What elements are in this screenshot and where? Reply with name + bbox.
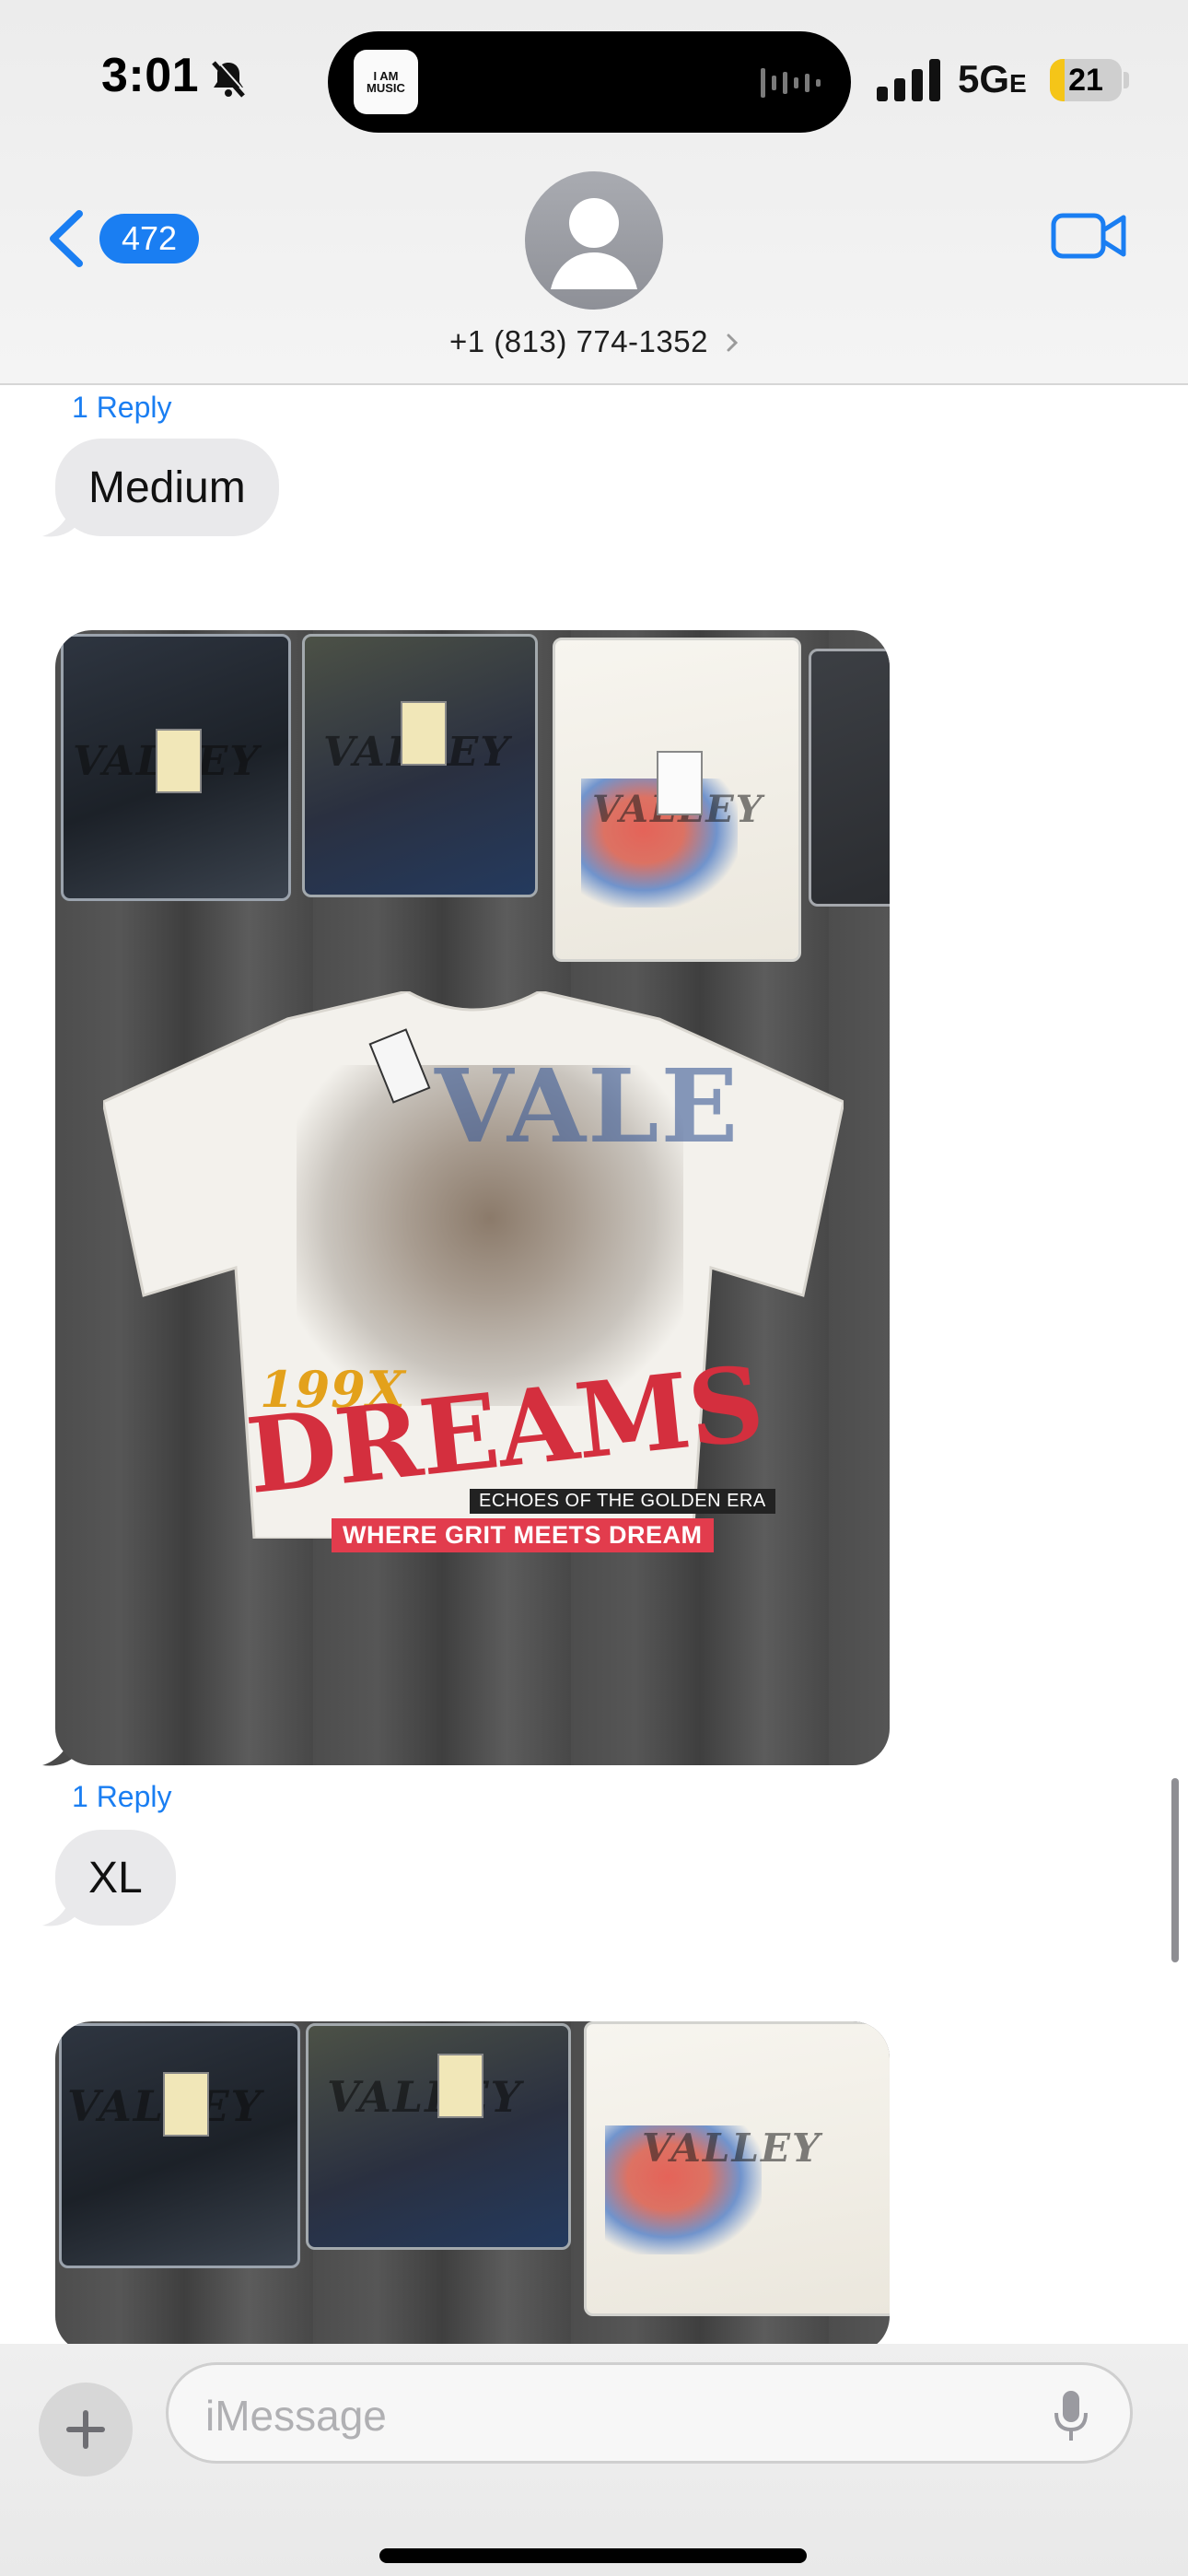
scroll-indicator[interactable] xyxy=(1171,1778,1179,1962)
cellular-signal-icon xyxy=(877,59,940,101)
bagged-shirt: VALLEY xyxy=(306,2023,571,2250)
t-shirt-subtitle-print: ECHOES OF THE GOLDEN ERA xyxy=(470,1489,775,1514)
conversation-header: 3:01 I AM MUSIC 5GE 21 472 +1 (813) 774-… xyxy=(0,0,1188,385)
t-shirt-brand-print: VALE xyxy=(435,1047,740,1165)
messages-screen: 3:01 I AM MUSIC 5GE 21 472 +1 (813) 774-… xyxy=(0,0,1188,2576)
photo-attachment[interactable]: VALLEY VALLEY VALLEY xyxy=(55,2021,890,2353)
plus-icon xyxy=(66,2410,105,2449)
waveform-icon xyxy=(761,68,821,98)
bell-slash-icon xyxy=(212,59,247,98)
back-button[interactable]: 472 xyxy=(37,205,203,273)
bagged-shirt: VALLEY xyxy=(302,634,538,897)
message-composer: iMessage xyxy=(0,2344,1188,2576)
chevron-left-icon xyxy=(50,210,83,267)
message-text: Medium xyxy=(88,463,246,512)
input-placeholder: iMessage xyxy=(205,2392,387,2440)
photo-attachment[interactable]: VALLEY VALLEY VALLEY VALE 199X DREAMS EC… xyxy=(55,630,890,1765)
message-text: XL xyxy=(88,1853,143,1903)
dynamic-island[interactable]: I AM MUSIC xyxy=(328,31,851,133)
microphone-icon[interactable] xyxy=(1053,2389,1089,2442)
t-shirt-slogan-print: WHERE GRIT MEETS DREAM xyxy=(332,1518,714,1552)
network-type: 5GE xyxy=(958,57,1027,100)
person-silhouette-icon xyxy=(551,198,637,289)
reply-count-link[interactable]: 1 Reply xyxy=(72,391,172,425)
contact-avatar[interactable] xyxy=(525,171,663,310)
bagged-shirt: VALLEY xyxy=(584,2021,890,2316)
reply-count-link[interactable]: 1 Reply xyxy=(72,1780,172,1814)
bagged-shirt: VALLEY xyxy=(61,634,291,901)
hang-tag xyxy=(657,751,703,815)
apps-plus-button[interactable] xyxy=(39,2383,133,2476)
unread-count-badge: 472 xyxy=(99,214,199,263)
status-time: 3:01 xyxy=(101,49,200,102)
hang-tag xyxy=(156,729,202,793)
bagged-shirt xyxy=(809,649,890,907)
hang-tag xyxy=(401,701,447,766)
hang-tag xyxy=(163,2072,209,2137)
battery-percent: 21 xyxy=(1068,62,1103,98)
now-playing-artwork: I AM MUSIC xyxy=(354,50,418,114)
contact-name[interactable]: +1 (813) 774-1352 xyxy=(449,324,708,359)
imessage-input[interactable]: iMessage xyxy=(166,2362,1133,2464)
chevron-right-icon xyxy=(727,334,739,352)
video-camera-icon[interactable] xyxy=(1050,208,1127,263)
hang-tag xyxy=(437,2054,483,2118)
message-bubble[interactable]: Medium xyxy=(55,439,279,536)
bagged-shirt: VALLEY xyxy=(59,2023,300,2268)
bagged-shirt: VALLEY xyxy=(553,638,801,962)
battery-indicator: 21 xyxy=(1050,59,1129,101)
home-indicator xyxy=(379,2548,807,2563)
message-bubble[interactable]: XL xyxy=(55,1830,176,1926)
featured-t-shirt: VALE 199X DREAMS ECHOES OF THE GOLDEN ER… xyxy=(103,991,844,1552)
